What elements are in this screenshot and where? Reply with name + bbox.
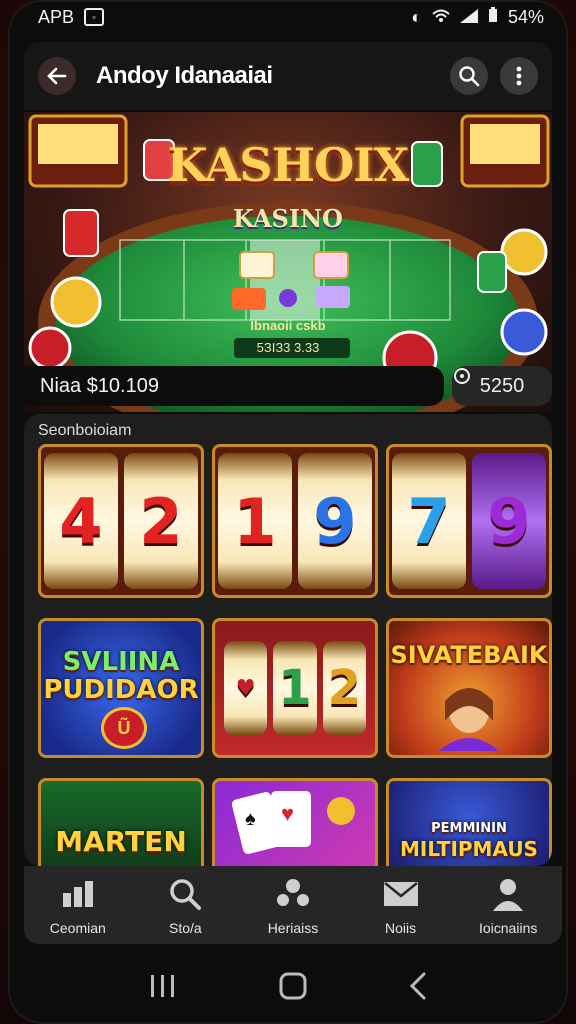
game-tile-miltipmaus[interactable]: PEMMININ MILTIPMAUS (386, 778, 552, 866)
battery-icon (488, 6, 498, 28)
slot-tile-2[interactable]: 1 9 (212, 444, 378, 598)
tile-title-line1: SVLIINA (62, 647, 180, 677)
status-bar: APB ▫ ◐ 54% (8, 0, 568, 34)
nav-item-ceomian[interactable]: Ceomian (28, 874, 128, 936)
playing-cards-icon: ♥ ♠ (231, 791, 355, 854)
reel-digit: 4 (44, 453, 118, 589)
back-nav-button[interactable] (408, 971, 428, 1006)
game-tile-marten[interactable]: MARTEN (38, 778, 204, 866)
phone-frame: APB ▫ ◐ 54% Andoy Idanaaiai KASHOIX KASI… (8, 0, 568, 1024)
nav-item-heriaiss[interactable]: Heriaiss (243, 874, 343, 936)
balance-chip[interactable]: 5250 (452, 366, 552, 406)
more-options-button[interactable] (500, 57, 538, 95)
tile-title-line2: PUDIDAOR (43, 675, 199, 705)
battery-label: 54% (507, 6, 544, 27)
reel-digit: 7 (392, 453, 466, 589)
game-tile-sivatebaik[interactable]: SIVATEBAIK (386, 618, 552, 758)
nav-label: Noiis (385, 920, 417, 936)
tile-title-line1: PEMMININ (431, 821, 507, 836)
table-numbers: 5ЗIЗ3 3.33 (256, 340, 320, 355)
hero-title: KASHOIX (167, 138, 410, 192)
nav-label: Ioicnaiins (478, 920, 538, 936)
slot-tile-1[interactable]: 4 2 (38, 444, 204, 598)
reel-digit: 9 (298, 453, 372, 589)
notification-icon: ▫ (84, 8, 105, 26)
reel-digit: 2 (322, 641, 366, 735)
svg-text:♠: ♠ (245, 808, 256, 830)
people-icon (273, 874, 313, 914)
refresh-icon (454, 368, 470, 384)
table-caption: Ibnaoii cskb (250, 318, 326, 333)
signal-icon (459, 7, 478, 28)
reel-digit: 1 (273, 641, 317, 735)
arrow-left-icon (47, 67, 67, 85)
slot-tile-3[interactable]: 7 9 (386, 444, 552, 598)
svg-text:♥: ♥ (281, 801, 294, 826)
tile-title-line2: MILTIPMAUS (400, 837, 538, 861)
recents-icon (151, 974, 174, 997)
hero-subtitle: KASINO (233, 204, 343, 233)
nav-item-profile[interactable]: Ioicnaiins (458, 874, 558, 936)
search-icon (459, 66, 480, 87)
reel-digit: 9 (472, 453, 546, 589)
page-title: Andoy Idanaaiai (96, 62, 273, 89)
reel-digit: 2 (124, 453, 198, 589)
system-navigation (8, 952, 568, 1024)
carrier-label: APB (38, 6, 75, 27)
search-button[interactable] (450, 57, 488, 95)
game-tile-cards[interactable]: ♥ ♠ (212, 778, 378, 866)
alarm-icon: ◐ (411, 6, 422, 27)
wifi-icon (432, 7, 450, 28)
chevron-left-icon (409, 972, 426, 999)
nav-label: Heriaiss (267, 920, 319, 936)
mail-icon (381, 874, 421, 914)
home-button[interactable] (278, 971, 308, 1006)
nav-label: Sto/a (169, 920, 202, 936)
game-tile-pudidaor[interactable]: SVLIINA PUDIDAOR Ũ (38, 618, 204, 758)
tile-title: MARTEN (55, 825, 187, 858)
balance-value: 5250 (479, 374, 525, 397)
bottom-navigation: Ceomian Sto/a Heriaiss Noiis Ioicnaiins (24, 866, 562, 944)
home-icon (279, 972, 307, 999)
nav-label: Ceomian (49, 920, 106, 936)
balance-label: Niaa $10.109 (24, 366, 444, 406)
person-icon (488, 874, 528, 914)
hero-banner[interactable]: KASHOIX KASINO Ibnaoii cskb 5ЗIЗ3 3.33 N… (24, 112, 552, 412)
nav-item-search[interactable]: Sto/a (135, 874, 235, 936)
recent-apps-button[interactable] (148, 973, 178, 1004)
nav-item-noiis[interactable]: Noiis (351, 874, 451, 936)
reel-digit: 1 (218, 453, 292, 589)
balance-bar: Niaa $10.109 5250 (24, 366, 552, 406)
section-title: Seonboioiam (38, 422, 132, 439)
character-illustration (439, 688, 499, 751)
search-icon (165, 874, 205, 914)
game-tile-slot-12[interactable]: ♥ 1 2 (212, 618, 378, 758)
card-suit-icon: ♥ (224, 641, 268, 735)
more-vertical-icon (516, 66, 522, 86)
back-button[interactable] (38, 57, 76, 95)
app-bar: Andoy Idanaaiai (24, 42, 552, 110)
games-section: Seonboioiam 4 2 1 9 7 9 SVLIINA PUDIDAOR… (24, 414, 552, 866)
tile-badge: Ũ (101, 707, 147, 749)
chart-icon (58, 874, 98, 914)
tile-title: SIVATEBAIK (390, 641, 548, 669)
